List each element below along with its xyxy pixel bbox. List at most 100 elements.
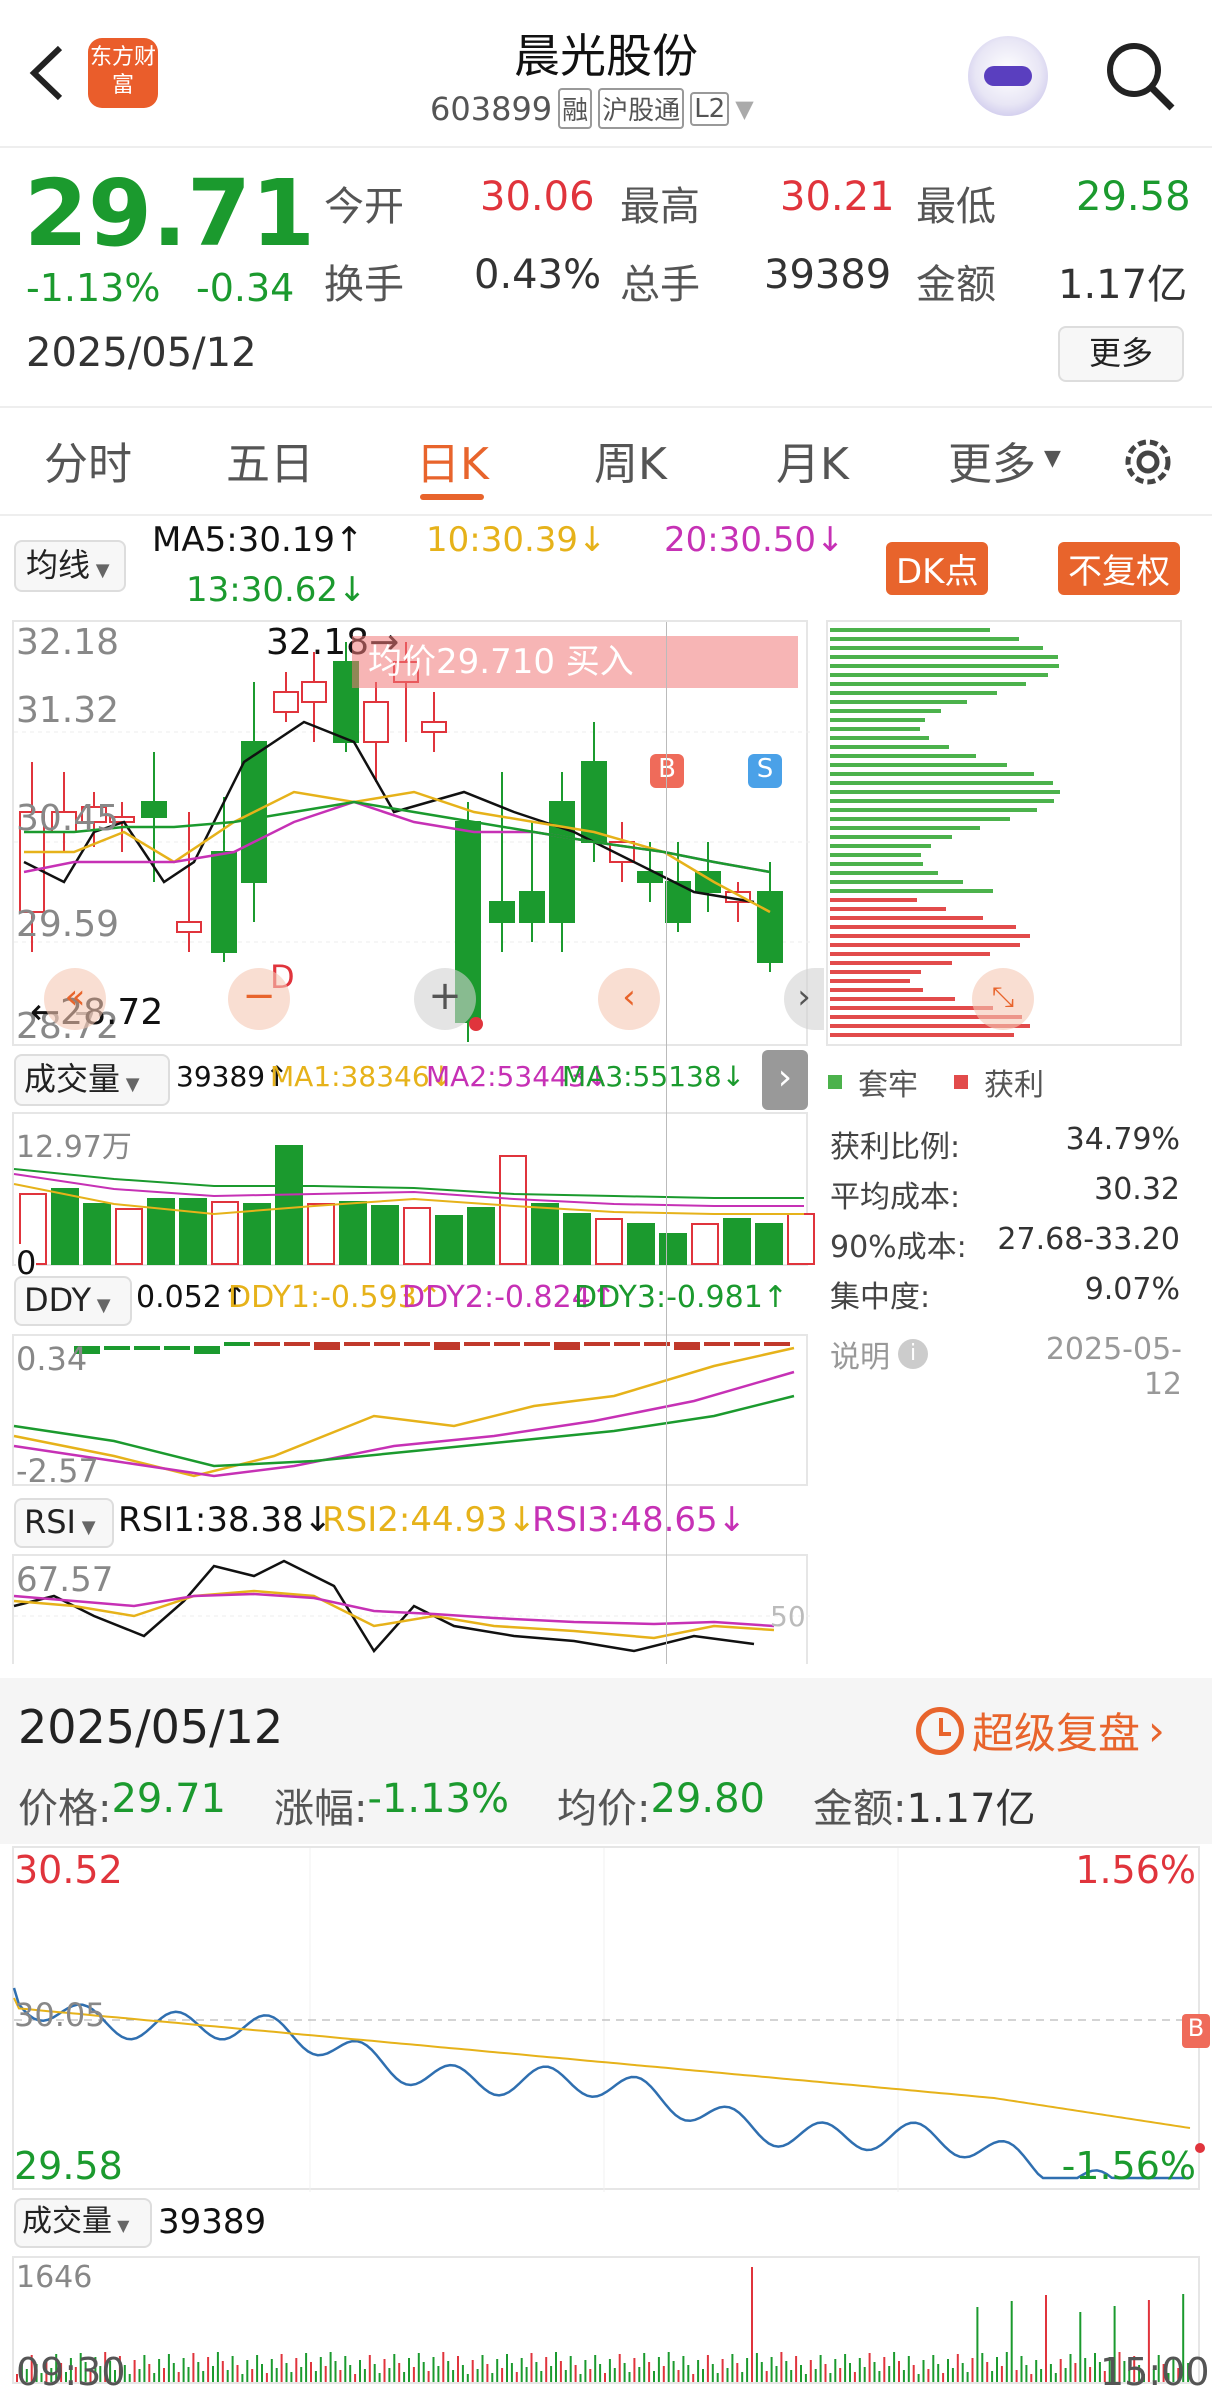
intraday-volume-bar: [373, 2364, 376, 2382]
avg-label: 均价:: [557, 1786, 651, 1832]
intraday-volume-bar: [280, 2354, 283, 2382]
intraday-volume-bar: [804, 2374, 807, 2382]
intraday-volume-bar: [496, 2359, 499, 2382]
candle-body: [141, 801, 167, 818]
intraday-volume-bar: [324, 2366, 327, 2382]
tab-five-day[interactable]: 五日: [226, 428, 314, 492]
intraday-volume-bar: [584, 2360, 587, 2382]
b-marker[interactable]: B: [650, 754, 684, 788]
legend-locked-label: 套牢: [858, 1068, 918, 1103]
scroll-left-double-icon[interactable]: «: [44, 968, 106, 1030]
rsi-selector[interactable]: RSI ▼: [14, 1498, 114, 1548]
intraday-last-dot: [1195, 2143, 1205, 2153]
intraday-volume-bar: [447, 2361, 450, 2382]
ddy-selector[interactable]: DDY ▼: [14, 1276, 132, 1326]
intraday-volume-bar: [452, 2370, 455, 2382]
avg-banner[interactable]: 均价29.710 买入: [352, 636, 798, 688]
zoom-in-icon[interactable]: +: [414, 968, 476, 1030]
ddy-chart[interactable]: [12, 1334, 808, 1486]
intraday-volume-bar: [251, 2369, 254, 2382]
ddy-bar: [374, 1342, 400, 1346]
intraday-volume-bar: [329, 2352, 332, 2382]
ma13-value: 13:30.62↓: [186, 570, 367, 610]
candle-body: [211, 851, 237, 953]
stock-code-row: 603899 融 沪股通 L2 ▼: [430, 88, 754, 129]
ma-selector[interactable]: 均线 ▼: [14, 540, 126, 592]
volume-selector[interactable]: 成交量 ▼: [14, 1054, 170, 1106]
expand-icon[interactable]: ⤡: [972, 968, 1034, 1030]
tab-monthly-k[interactable]: 月K: [776, 428, 849, 492]
chip-bar: [830, 700, 967, 704]
intraday-volume-bar: [408, 2358, 410, 2382]
info-icon[interactable]: i: [898, 1339, 928, 1369]
intraday-volume-bar: [300, 2367, 303, 2382]
intraday-volume-bar: [128, 2374, 131, 2382]
search-icon[interactable]: [1100, 36, 1180, 116]
collapse-panel-button[interactable]: ›: [762, 1050, 808, 1110]
intraday-volume-bar: [569, 2356, 572, 2382]
super-replay-button[interactable]: 超级复盘 ›: [916, 1700, 1165, 1761]
intraday-volume-bar: [775, 2366, 778, 2382]
candle-body: [489, 901, 515, 923]
intraday-volume-bar: [275, 2368, 278, 2382]
price-change-percent: -1.13%: [26, 266, 161, 310]
no-adjust-button[interactable]: 不复权: [1058, 542, 1180, 595]
ddy-bottom-label: -2.57: [16, 1452, 99, 1490]
intraday-volume-bar: [623, 2363, 626, 2382]
chip-bar: [830, 637, 1019, 641]
more-button[interactable]: 更多: [1058, 326, 1184, 382]
badge-connect: 沪股通: [598, 88, 685, 129]
tab-weekly-k[interactable]: 周K: [594, 428, 667, 492]
volume-ma2-line: [13, 1173, 804, 1207]
gear-icon[interactable]: [1118, 432, 1178, 492]
ma-selector-label: 均线: [26, 546, 91, 584]
intraday-volume-chart[interactable]: [12, 2256, 1200, 2384]
zoom-out-icon[interactable]: −: [228, 968, 290, 1030]
chip-bar: [830, 799, 1054, 803]
volume-bar: [179, 1198, 207, 1265]
intraday-volume-bar: [177, 2372, 180, 2382]
chip-row-2-label: 90%成本:: [830, 1230, 967, 1265]
intraday-volume-bar: [559, 2361, 562, 2382]
tab-more-chevron-icon[interactable]: ▼: [1044, 446, 1061, 471]
robot-assistant-icon[interactable]: [968, 36, 1048, 116]
intraday-volume-bar: [907, 2356, 910, 2382]
intraday-volume-bar: [731, 2354, 734, 2382]
price-value: 29.71: [111, 1776, 226, 1822]
chevron-down-icon[interactable]: ▼: [735, 95, 753, 123]
intraday-chart[interactable]: [12, 1846, 1205, 2192]
dk-point-button[interactable]: DK点: [886, 542, 989, 595]
volume-bar: [115, 1208, 143, 1265]
intraday-b-marker[interactable]: B: [1182, 2014, 1210, 2048]
chip-bar: [830, 880, 963, 884]
intraday-volume-bar: [221, 2361, 224, 2382]
intraday-volume-bar: [442, 2352, 445, 2382]
stat-open-value: 30.06: [480, 174, 595, 220]
k-ylabel-4: 29.59: [16, 904, 120, 945]
candle-body: [176, 921, 202, 933]
intraday-volume-bar: [192, 2353, 195, 2382]
intraday-volume-bar: [265, 2373, 268, 2382]
chip-bar: [830, 808, 1037, 812]
intraday-volume-bar: [956, 2354, 959, 2382]
chip-bar: [830, 898, 917, 902]
scroll-left-icon[interactable]: ‹: [598, 968, 660, 1030]
tab-more[interactable]: 更多: [948, 428, 1036, 492]
tab-daily-k[interactable]: 日K: [416, 428, 489, 492]
s-marker[interactable]: S: [748, 754, 782, 788]
chip-bar: [830, 790, 1060, 794]
intraday-volume-bar: [760, 2362, 763, 2382]
ddy-bar: [494, 1342, 520, 1346]
intraday-volume-bar: [545, 2357, 548, 2382]
chip-bar: [830, 1006, 993, 1010]
intraday-volume-bar: [638, 2367, 641, 2382]
intraday-volume-bar: [902, 2370, 905, 2382]
chip-note[interactable]: 说明 i: [830, 1332, 928, 1376]
ddy-bar: [764, 1342, 790, 1346]
tab-intraday[interactable]: 分时: [44, 428, 132, 492]
chip-row-2-value: 27.68-33.20: [997, 1222, 1180, 1257]
rsi-chart[interactable]: [12, 1554, 810, 1664]
ddy-bar: [614, 1342, 640, 1346]
intraday-volume-selector[interactable]: 成交量 ▼: [14, 2198, 152, 2248]
intraday-volume-bar: [305, 2353, 308, 2382]
